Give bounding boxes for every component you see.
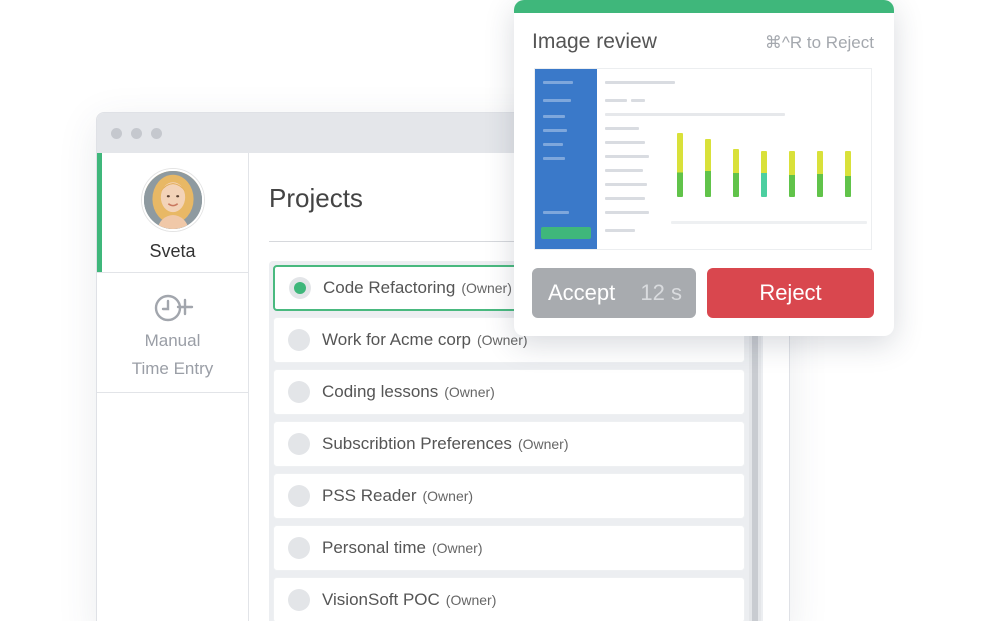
image-review-dialog: Image review ⌘^R to Reject Accept 12 s R… xyxy=(514,0,894,336)
sidebar: Sveta Manual Time Entry xyxy=(97,153,249,621)
project-role: (Owner) xyxy=(431,540,483,556)
reject-shortcut-hint: ⌘^R to Reject xyxy=(764,33,874,52)
project-role: (Owner) xyxy=(517,436,569,452)
radio-icon[interactable] xyxy=(288,485,310,507)
project-name: Coding lessons xyxy=(322,382,439,401)
project-row[interactable]: PSS Reader (Owner) xyxy=(273,473,745,519)
stage: Sveta Manual Time Entry Projects Code Re… xyxy=(0,0,1000,621)
sidebar-user[interactable]: Sveta xyxy=(97,153,248,273)
review-title: Image review xyxy=(532,30,657,53)
project-name: Subscribtion Preferences xyxy=(322,434,512,453)
reject-button[interactable]: Reject xyxy=(707,268,874,318)
page-title: Projects xyxy=(269,183,363,213)
window-maximize-dot[interactable] xyxy=(151,127,162,139)
project-row[interactable]: Subscribtion Preferences (Owner) xyxy=(273,421,745,467)
avatar-image-icon xyxy=(143,171,202,229)
window-close-dot[interactable] xyxy=(111,127,122,139)
radio-checked-icon[interactable] xyxy=(289,277,311,299)
manual-entry-label-line2: Time Entry xyxy=(131,359,214,378)
radio-icon[interactable] xyxy=(288,433,310,455)
project-row[interactable]: VisionSoft POC (Owner) xyxy=(273,577,745,621)
preview-sidebar xyxy=(535,69,597,249)
clock-plus-icon xyxy=(154,294,193,322)
avatar xyxy=(141,169,204,231)
radio-icon[interactable] xyxy=(288,537,310,559)
radio-icon[interactable] xyxy=(288,329,310,351)
manual-time-entry-button[interactable]: Manual Time Entry xyxy=(97,273,248,393)
project-name: PSS Reader xyxy=(322,486,417,505)
project-name: Personal time xyxy=(322,538,426,557)
accept-countdown: 12 s xyxy=(640,280,682,305)
preview-content xyxy=(597,69,871,249)
project-row[interactable]: Personal time (Owner) xyxy=(273,525,745,571)
scrollbar-thumb[interactable] xyxy=(752,295,758,621)
window-minimize-dot[interactable] xyxy=(131,127,142,139)
reject-label: Reject xyxy=(759,280,822,305)
radio-icon[interactable] xyxy=(288,381,310,403)
screenshot-preview xyxy=(534,68,872,250)
project-role: (Owner) xyxy=(461,280,512,296)
project-role: (Owner) xyxy=(445,592,497,608)
accept-label: Accept xyxy=(548,280,616,305)
manual-entry-label-line1: Manual xyxy=(144,331,201,350)
radio-icon[interactable] xyxy=(288,589,310,611)
user-name: Sveta xyxy=(149,241,196,261)
project-row[interactable]: Coding lessons (Owner) xyxy=(273,369,745,415)
project-name: Code Refactoring xyxy=(323,278,456,297)
project-name: Work for Acme corp xyxy=(322,330,471,349)
project-name: VisionSoft POC xyxy=(322,590,440,609)
project-role: (Owner) xyxy=(422,488,474,504)
project-role: (Owner) xyxy=(444,384,495,400)
accept-button[interactable]: Accept 12 s xyxy=(532,268,696,318)
